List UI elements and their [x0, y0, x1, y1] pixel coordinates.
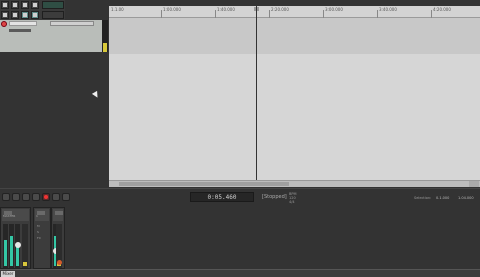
record-button[interactable]: [42, 193, 50, 201]
track-name-field[interactable]: [9, 21, 37, 26]
undo-icon[interactable]: [1, 11, 9, 19]
play-icon[interactable]: [12, 193, 20, 201]
track-meter-level: [103, 43, 107, 52]
track-strip-label: 1: [36, 214, 38, 218]
selection-label: Selection:: [414, 196, 432, 200]
grid-toggle-button[interactable]: [42, 1, 64, 9]
ripple-edit-button[interactable]: [42, 11, 64, 19]
redo-icon[interactable]: [11, 11, 19, 19]
track-strip-2[interactable]: [51, 207, 65, 269]
save-project-icon[interactable]: [21, 1, 29, 9]
master-label: MASTER: [3, 214, 16, 218]
ruler-label: 1:40.000: [217, 7, 235, 12]
selection-start[interactable]: 0.1.000: [436, 196, 449, 200]
ruler-tick: [269, 10, 270, 18]
mouse-cursor-icon: [91, 90, 101, 100]
ruler-label: 4:20.000: [433, 7, 451, 12]
repeat-icon[interactable]: [52, 193, 60, 201]
ruler-tick: [323, 10, 324, 18]
mixer-panel: MASTER 1 M S FX: [0, 207, 480, 269]
ruler-label: 2:20.000: [271, 7, 289, 12]
track-strip[interactable]: 1 M S FX: [33, 207, 51, 269]
go-to-start-icon[interactable]: [2, 193, 10, 201]
main-toolbar: [0, 0, 65, 20]
bottom-dock-bar: Mixer: [0, 269, 480, 277]
time-signature: 4/4: [289, 200, 295, 204]
master-fader-knob[interactable]: [15, 242, 21, 248]
transport-bar: 0:05.460 [Stopped] BPM 120 4/4 Selection…: [0, 188, 480, 206]
open-project-icon[interactable]: [11, 1, 19, 9]
fx-tag[interactable]: FX: [37, 236, 41, 240]
ruler-tick: [215, 10, 216, 18]
mixer-tab[interactable]: Mixer: [1, 271, 15, 277]
timeline-ruler[interactable]: 1.1.00 1:00.000 1:40.000 2:20.000 3:00.0…: [109, 6, 480, 18]
track-row[interactable]: [0, 20, 102, 52]
track-volume-slider[interactable]: [9, 29, 31, 32]
zoom-buttons[interactable]: [469, 181, 479, 187]
track-meter: [102, 20, 108, 52]
stop-icon[interactable]: [32, 193, 40, 201]
ruler-label: 3:00.000: [325, 7, 343, 12]
record-arm-button[interactable]: [1, 21, 7, 27]
time-display[interactable]: 0:05.460: [190, 192, 254, 202]
arrange-view[interactable]: 1.1.00 1:00.000 1:40.000 2:20.000 3:00.0…: [109, 6, 480, 187]
selection-end[interactable]: 1.04.000: [458, 196, 474, 200]
track-control-panel: [0, 20, 108, 186]
master-pan[interactable]: [22, 224, 28, 268]
scrollbar-thumb[interactable]: [119, 182, 289, 186]
playhead-cursor[interactable]: [256, 6, 257, 187]
track-buttons[interactable]: [50, 21, 94, 26]
snap-icon[interactable]: [31, 11, 39, 19]
ruler-label: 3:40.000: [379, 7, 397, 12]
master-meter-left: [3, 224, 8, 268]
ruler-label: 1:00.000: [163, 7, 181, 12]
play-status: [Stopped]: [262, 194, 287, 200]
ruler-tick: [431, 10, 432, 18]
solo-tag[interactable]: S: [37, 230, 39, 234]
track-mute-button[interactable]: [57, 260, 62, 265]
master-strip[interactable]: MASTER: [0, 207, 31, 269]
pause-icon[interactable]: [22, 193, 30, 201]
mute-tag[interactable]: M: [37, 224, 40, 228]
ruler-tick: [377, 10, 378, 18]
ruler-tick: [161, 10, 162, 18]
project-settings-icon[interactable]: [31, 1, 39, 9]
new-project-icon[interactable]: [1, 1, 9, 9]
bpm-display[interactable]: BPM 120 4/4: [289, 192, 297, 204]
reaper-window: 1.1.00 1:00.000 1:40.000 2:20.000 3:00.0…: [0, 0, 480, 277]
horizontal-scrollbar[interactable]: [109, 180, 480, 187]
track-lane[interactable]: [109, 18, 480, 54]
metronome-icon[interactable]: [21, 11, 29, 19]
loop-icon[interactable]: [62, 193, 70, 201]
track-strip-2-header: [53, 209, 63, 221]
master-meter-right: [9, 224, 14, 268]
ruler-label: 1.1.00: [111, 7, 124, 12]
